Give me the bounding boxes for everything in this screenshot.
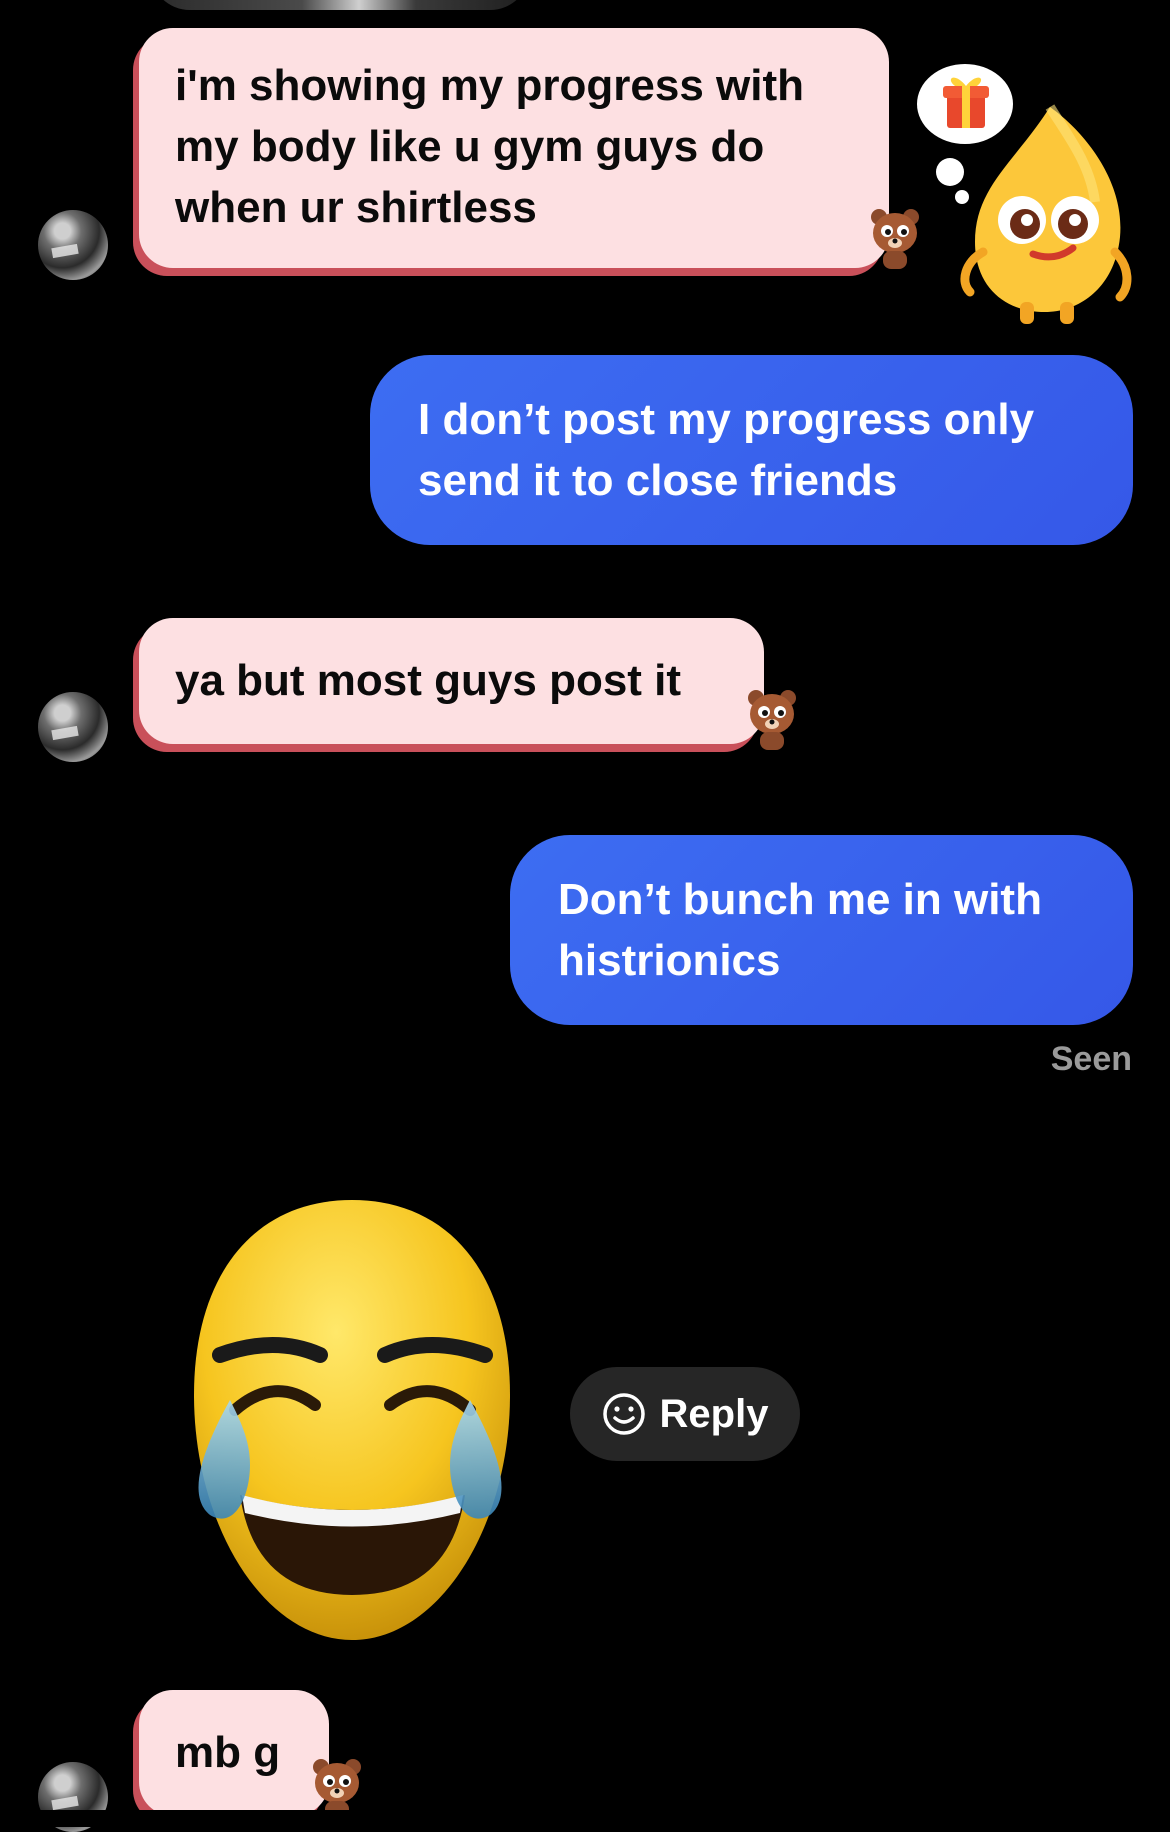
message-line: I don’t post my progress only: [418, 395, 1035, 444]
message-line: my body like u gym guys do: [175, 122, 765, 171]
reply-button[interactable]: Reply: [570, 1367, 800, 1461]
message-line: i'm showing my progress with: [175, 61, 804, 110]
outgoing-message-bubble[interactable]: Don’t bunch me in with histrionics: [510, 835, 1133, 1025]
message-line: Don’t bunch me in with: [558, 875, 1042, 924]
outgoing-message-bubble[interactable]: I don’t post my progress only send it to…: [370, 355, 1133, 545]
bear-sticker-icon: [748, 690, 796, 750]
reply-label: Reply: [659, 1391, 769, 1436]
mascot-gift-sticker-icon[interactable]: [915, 62, 1135, 330]
message-line: histrionics: [558, 936, 781, 985]
message-line: mb g: [175, 1728, 281, 1777]
face-with-tears-of-joy-icon[interactable]: [180, 1195, 525, 1645]
message-line: send it to close friends: [418, 456, 898, 505]
incoming-message-bubble[interactable]: i'm showing my progress with my body lik…: [139, 28, 889, 268]
message-line: when ur shirtless: [175, 183, 537, 232]
message-line: ya but most guys post it: [175, 656, 682, 705]
incoming-message-bubble[interactable]: ya but most guys post it: [139, 618, 764, 744]
contact-avatar[interactable]: [38, 210, 108, 280]
contact-avatar[interactable]: [38, 692, 108, 762]
bottom-edge: [0, 1810, 1170, 1827]
previous-media-thumbnail[interactable]: [150, 0, 530, 10]
smiley-icon: [602, 1393, 645, 1435]
incoming-message-bubble[interactable]: mb g: [139, 1690, 329, 1816]
seen-status: Seen: [1050, 1040, 1132, 1078]
